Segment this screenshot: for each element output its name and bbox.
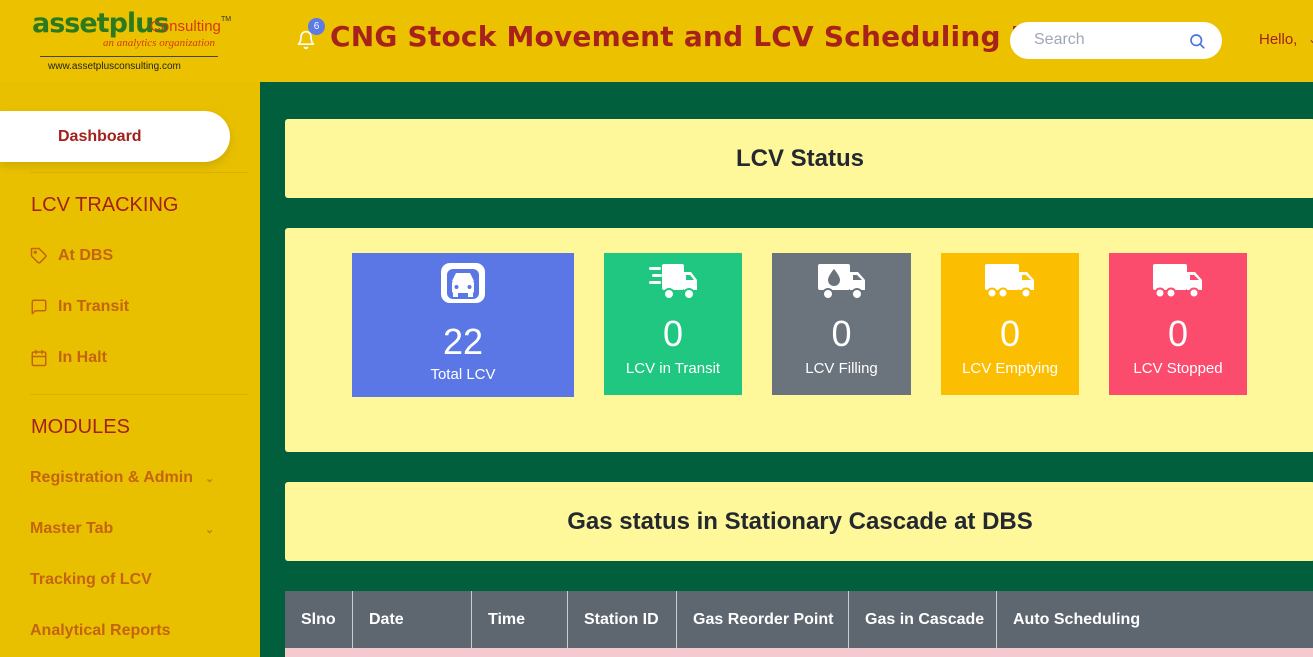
stat-lcv-stopped[interactable]: 0 LCV Stopped — [1109, 253, 1247, 395]
sidebar-item-label: Registration & Admin — [30, 469, 193, 486]
sidebar-item-tracking-of-lcv[interactable]: Tracking of LCV — [30, 568, 230, 592]
search-input[interactable] — [1034, 30, 1184, 50]
logo-trademark: TM — [221, 16, 232, 23]
stat-label: LCV in Transit — [625, 360, 721, 377]
column-header-time[interactable]: Time — [472, 591, 568, 648]
sidebar-divider — [30, 394, 248, 395]
chevron-down-icon[interactable]: ⌄ — [1308, 32, 1313, 46]
sidebar-item-label: Master Tab — [30, 520, 114, 537]
logo[interactable]: assetplus Consulting TM an analytics org… — [0, 0, 260, 82]
gas-status-card: Gas status in Stationary Cascade at DBS — [285, 482, 1313, 561]
section-title-lcv-tracking: LCV TRACKING — [31, 194, 179, 216]
column-header-date[interactable]: Date — [353, 591, 472, 648]
stat-label: LCV Stopped — [1133, 360, 1223, 377]
shipping-fast-icon — [648, 263, 698, 308]
table-row — [285, 648, 1313, 657]
table-header: Slno Date Time Station ID Gas Reorder Po… — [285, 591, 1313, 648]
stat-value: 0 — [662, 313, 684, 354]
message-square-icon — [30, 298, 48, 316]
sidebar-item-in-halt[interactable]: In Halt — [30, 346, 230, 370]
column-header-auto-scheduling[interactable]: Auto Scheduling — [997, 591, 1313, 648]
lcv-stats-card: 22 Total LCV 0 LCV in Transit 0 LCV Fill… — [285, 228, 1313, 452]
logo-tagline: an analytics organization — [103, 37, 216, 49]
stat-label: Total LCV — [430, 366, 496, 383]
sidebar: assetplus Consulting TM an analytics org… — [0, 0, 260, 657]
sidebar-item-registration-admin[interactable]: Registration & Admin ⌄ — [30, 466, 230, 490]
top-header: 6 CNG Stock Movement and LCV Scheduling … — [260, 0, 1313, 82]
stat-value: 22 — [442, 321, 484, 362]
chevron-down-icon: ⌄ — [205, 473, 215, 485]
column-header-gas-in-cascade[interactable]: Gas in Cascade — [849, 591, 997, 648]
column-header-station-id[interactable]: Station ID — [568, 591, 677, 648]
gas-status-title: Gas status in Stationary Cascade at DBS — [567, 508, 1033, 535]
sidebar-item-dashboard[interactable]: Dashboard — [0, 111, 230, 162]
sidebar-item-analytical-reports[interactable]: Analytical Reports — [30, 619, 230, 643]
truck-droplet-icon — [817, 263, 867, 308]
calendar-icon — [30, 349, 48, 367]
search-icon[interactable] — [1188, 32, 1206, 50]
logo-divider — [40, 56, 218, 57]
gas-status-table: Slno Date Time Station ID Gas Reorder Po… — [285, 591, 1313, 657]
bus-icon — [439, 261, 487, 310]
section-title-modules: MODULES — [31, 416, 130, 438]
stat-lcv-emptying[interactable]: 0 LCV Emptying — [941, 253, 1079, 395]
logo-consulting: Consulting — [150, 18, 221, 35]
sidebar-item-master-tab[interactable]: Master Tab ⌄ — [30, 517, 230, 541]
user-greeting[interactable]: Hello, — [1259, 31, 1297, 48]
sidebar-item-in-transit[interactable]: In Transit — [30, 295, 230, 319]
sidebar-item-label: Tracking of LCV — [30, 571, 152, 588]
lcv-status-title: LCV Status — [735, 145, 864, 172]
sidebar-item-label: In Transit — [58, 298, 130, 315]
tag-icon — [30, 247, 48, 265]
sidebar-item-label: Analytical Reports — [30, 622, 171, 639]
stat-lcv-in-transit[interactable]: 0 LCV in Transit — [604, 253, 742, 395]
sidebar-item-label: At DBS — [58, 247, 114, 264]
notification-badge: 6 — [308, 18, 325, 35]
sidebar-item-label: In Halt — [58, 349, 107, 366]
stat-value: 0 — [999, 313, 1021, 354]
page-title: CNG Stock Movement and LCV Scheduling D.… — [330, 20, 1067, 53]
stat-label: LCV Filling — [805, 360, 878, 377]
stat-total-lcv[interactable]: 22 Total LCV — [352, 253, 574, 397]
stat-label: LCV Emptying — [962, 360, 1058, 377]
truck-icon — [1152, 263, 1204, 306]
logo-url: www.assetplusconsulting.com — [48, 61, 181, 72]
stat-lcv-filling[interactable]: 0 LCV Filling — [772, 253, 911, 395]
chevron-down-icon: ⌄ — [205, 524, 215, 536]
search-box — [1010, 22, 1222, 59]
truck-icon — [984, 263, 1036, 306]
sidebar-divider — [30, 172, 248, 173]
sidebar-item-at-dbs[interactable]: At DBS — [30, 244, 230, 268]
column-header-gas-reorder-point[interactable]: Gas Reorder Point — [677, 591, 849, 648]
stat-value: 0 — [831, 313, 852, 354]
column-header-slno[interactable]: Slno — [285, 591, 353, 648]
lcv-status-card: LCV Status — [285, 119, 1313, 198]
logo-brand: assetplus — [32, 8, 169, 39]
stat-value: 0 — [1167, 313, 1189, 354]
